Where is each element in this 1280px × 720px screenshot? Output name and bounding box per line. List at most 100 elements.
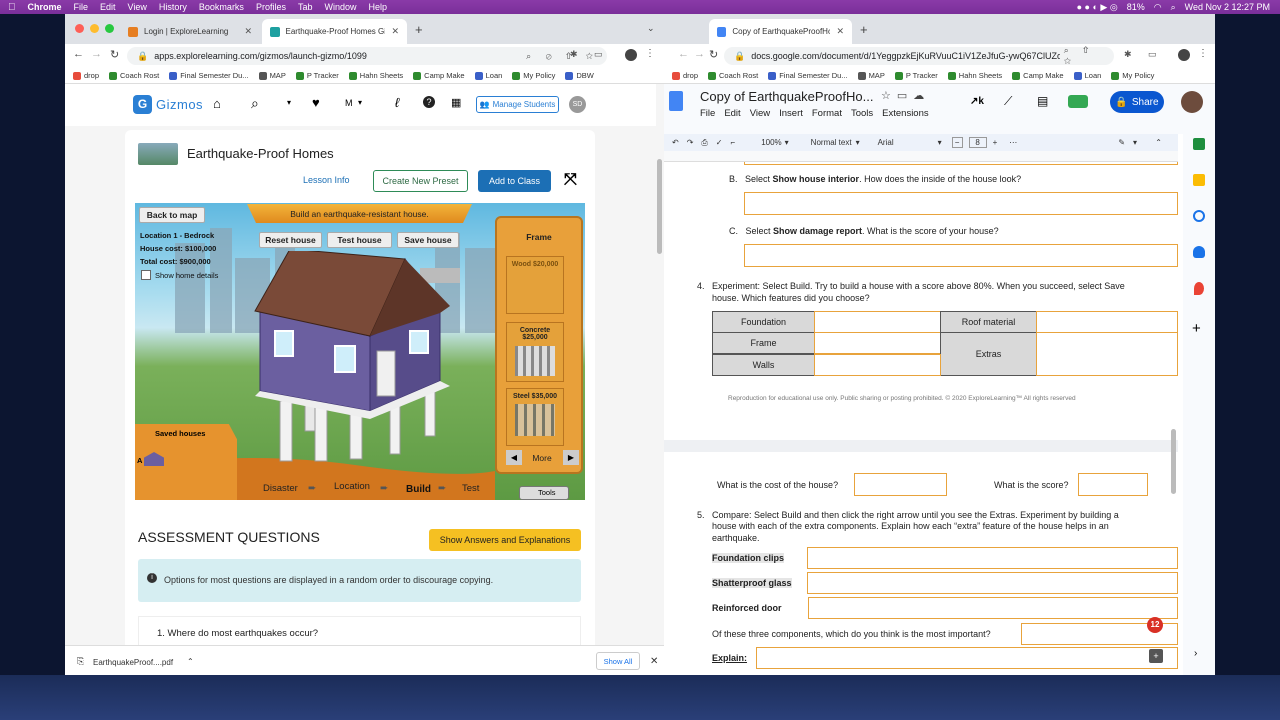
menu-window[interactable]: Window: [324, 2, 356, 12]
menu-tools[interactable]: Tools: [851, 108, 873, 119]
gizmo-simulation[interactable]: Back to map Build an earthquake-resistan…: [135, 203, 585, 500]
step-test[interactable]: Test: [462, 483, 479, 494]
font-size-increase[interactable]: +: [993, 138, 998, 147]
explain-answer-box[interactable]: [756, 647, 1178, 669]
notification-badge[interactable]: 12: [1147, 617, 1163, 633]
back-icon[interactable]: ←: [678, 48, 689, 60]
extension-icons[interactable]: ✱ ▭: [1124, 49, 1164, 60]
font-select[interactable]: Arial: [878, 138, 894, 147]
status-icons[interactable]: ● ● ◐ ▶ ◎: [1077, 2, 1118, 13]
fullscreen-icon[interactable]: ⤧: [564, 171, 577, 189]
cost-answer-box[interactable]: [854, 473, 947, 496]
lesson-info-link[interactable]: Lesson Info: [303, 175, 350, 185]
bookmark-item[interactable]: Hahn Sheets: [947, 71, 1002, 80]
page-scrollbar[interactable]: [657, 159, 662, 254]
save-house-button[interactable]: Save house: [397, 232, 459, 248]
new-tab-icon[interactable]: +: [415, 22, 423, 37]
close-icon[interactable]: ✕: [650, 656, 658, 667]
menu-help[interactable]: Help: [368, 2, 387, 12]
menu-profiles[interactable]: Profiles: [256, 2, 286, 12]
share-button[interactable]: 🔒 Share: [1110, 91, 1164, 113]
profile-avatar[interactable]: [625, 49, 637, 61]
kebab-menu-icon[interactable]: ⋮: [1198, 48, 1208, 59]
doc-title[interactable]: Copy of EarthquakeProofHo...: [700, 89, 873, 104]
score-answer-box[interactable]: [1078, 473, 1148, 496]
show-all-button[interactable]: Show All: [596, 652, 640, 670]
bookmark-item[interactable]: Final Semester Du...: [768, 71, 848, 80]
bookmark-item[interactable]: MAP: [857, 71, 885, 80]
show-home-details-checkbox[interactable]: [141, 270, 151, 280]
omnibox-icons[interactable]: ⌕ ⇧ ☆: [1064, 45, 1114, 67]
back-icon[interactable]: ←: [73, 48, 84, 60]
bookmark-item[interactable]: DBW: [565, 71, 594, 80]
url-field[interactable]: 🔒 apps.explorelearning.com/gizmos/launch…: [127, 47, 607, 65]
bookmark-item[interactable]: Coach Rost: [708, 71, 758, 80]
bookmark-item[interactable]: My Policy: [512, 71, 555, 80]
menu-bookmarks[interactable]: Bookmarks: [199, 2, 244, 12]
close-window-button[interactable]: [75, 24, 84, 33]
tasks-icon[interactable]: [1193, 210, 1205, 222]
font-size-decrease[interactable]: −: [951, 137, 963, 148]
search-icon[interactable]: ⌕: [251, 95, 259, 112]
reset-house-button[interactable]: Reset house: [259, 232, 322, 248]
tab-docs[interactable]: Copy of EarthquakeProofHome ✕: [709, 19, 852, 44]
menu-tab[interactable]: Tab: [298, 2, 313, 12]
menu-history[interactable]: History: [159, 2, 187, 12]
bookmark-item[interactable]: Loan: [1073, 71, 1101, 80]
bookmark-item[interactable]: Camp Make: [1012, 71, 1064, 80]
close-tab-icon[interactable]: ✕: [391, 26, 399, 37]
docs-logo-icon[interactable]: [669, 91, 683, 111]
undo-redo-print-icons[interactable]: ↶↷⎙✓⌐: [672, 138, 743, 148]
style-select[interactable]: Normal text: [811, 138, 852, 147]
forward-icon[interactable]: →: [91, 48, 102, 60]
grid-icon[interactable]: ▦: [451, 96, 461, 109]
ruler[interactable]: [664, 151, 1178, 162]
manage-students-button[interactable]: 👥 Manage Students: [476, 96, 559, 113]
table-walls-input[interactable]: [814, 354, 941, 376]
menu-file[interactable]: File: [700, 108, 715, 119]
add-addon-icon[interactable]: +: [1192, 320, 1201, 337]
download-filename[interactable]: EarthquakeProof....pdf: [93, 658, 173, 667]
edit-mode-icons[interactable]: ✎▾ ⌃: [1118, 138, 1170, 147]
close-tab-icon[interactable]: ✕: [244, 26, 252, 37]
bookmark-item[interactable]: P Tracker: [894, 71, 938, 80]
contacts-icon[interactable]: [1193, 246, 1205, 258]
bookmark-item[interactable]: Hahn Sheets: [348, 71, 403, 80]
menu-insert[interactable]: Insert: [779, 108, 803, 119]
menu-view[interactable]: View: [750, 108, 770, 119]
font-size-field[interactable]: 8: [968, 137, 987, 148]
reload-icon[interactable]: ↻: [110, 48, 119, 61]
signature-icon[interactable]: ℓ: [395, 95, 399, 110]
show-answers-button[interactable]: Show Answers and Explanations: [429, 529, 581, 551]
prev-arrow-icon[interactable]: ◀: [506, 450, 522, 465]
extension-icons[interactable]: ✱ ▭: [570, 49, 610, 60]
create-new-preset-button[interactable]: Create New Preset: [373, 170, 468, 192]
heart-icon[interactable]: ♥: [312, 95, 320, 110]
profile-avatar[interactable]: [1178, 49, 1190, 61]
tab-gizmo[interactable]: Earthquake-Proof Homes Gizmo ✕: [262, 19, 407, 44]
doc-scrollbar[interactable]: [1171, 429, 1176, 494]
help-icon[interactable]: ?: [423, 96, 435, 108]
table-roof-input[interactable]: [1036, 311, 1178, 333]
reload-icon[interactable]: ↻: [709, 48, 718, 61]
step-build[interactable]: Build: [406, 484, 431, 495]
answer-box[interactable]: [744, 162, 1178, 165]
menu-edit[interactable]: Edit: [100, 2, 116, 12]
star-move-cloud-icons[interactable]: ☆▭☁: [881, 89, 930, 102]
chevron-up-icon[interactable]: ⌃: [187, 657, 194, 666]
search-icon[interactable]: ⌕: [1171, 2, 1176, 13]
menu-format[interactable]: Format: [812, 108, 842, 119]
bookmark-item[interactable]: Camp Make: [413, 71, 465, 80]
clips-answer-box[interactable]: [807, 547, 1178, 569]
test-house-button[interactable]: Test house: [327, 232, 392, 248]
tools-button[interactable]: Tools: [519, 486, 569, 500]
add-to-class-button[interactable]: Add to Class: [478, 170, 551, 192]
bookmark-item[interactable]: drop: [73, 71, 99, 80]
menu-edit[interactable]: Edit: [724, 108, 740, 119]
bookmark-item[interactable]: Final Semester Du...: [169, 71, 249, 80]
new-tab-icon[interactable]: +: [860, 22, 868, 37]
account-menu[interactable]: M: [345, 98, 353, 108]
back-to-map-button[interactable]: Back to map: [139, 207, 205, 223]
calendar-icon[interactable]: [1193, 138, 1205, 150]
answer-box-c[interactable]: [744, 244, 1178, 267]
